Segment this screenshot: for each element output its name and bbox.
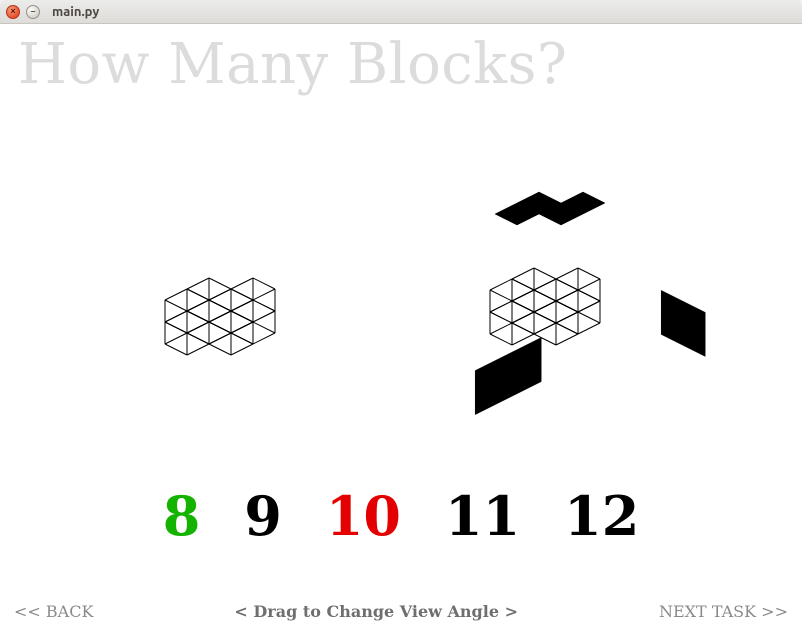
- top-shadow: [495, 192, 605, 225]
- side-shadow: [661, 290, 705, 356]
- answer-option-12[interactable]: 12: [564, 484, 639, 548]
- answer-option-10[interactable]: 10: [326, 484, 401, 548]
- minimize-icon[interactable]: –: [26, 5, 40, 19]
- next-button[interactable]: NEXT TASK >>: [659, 602, 788, 621]
- footer: << BACK < Drag to Change View Angle > NE…: [0, 602, 802, 621]
- page-content: How Many Blocks? 89 10 11 12 << BACK < Drag…: [0, 24, 802, 629]
- answer-option-11[interactable]: 11: [445, 484, 520, 548]
- page-title: How Many Blocks?: [18, 32, 567, 97]
- app-window: × – main.py How Many Blocks? 89 10 11 12 <<…: [0, 0, 802, 629]
- drag-hint: < Drag to Change View Angle >: [234, 602, 518, 621]
- wire-shape-left[interactable]: [165, 278, 275, 355]
- answer-option-8[interactable]: 8: [163, 484, 201, 548]
- window-title: main.py: [52, 5, 99, 19]
- titlebar: × – main.py: [0, 0, 802, 24]
- answer-row: 89 10 11 12: [0, 484, 802, 548]
- wire-shape-right[interactable]: [490, 268, 600, 345]
- answer-option-9[interactable]: 9: [244, 484, 282, 548]
- front-shadow: [475, 338, 541, 415]
- back-button[interactable]: << BACK: [14, 602, 93, 621]
- close-icon[interactable]: ×: [6, 5, 20, 19]
- blocks-scene[interactable]: [0, 144, 802, 464]
